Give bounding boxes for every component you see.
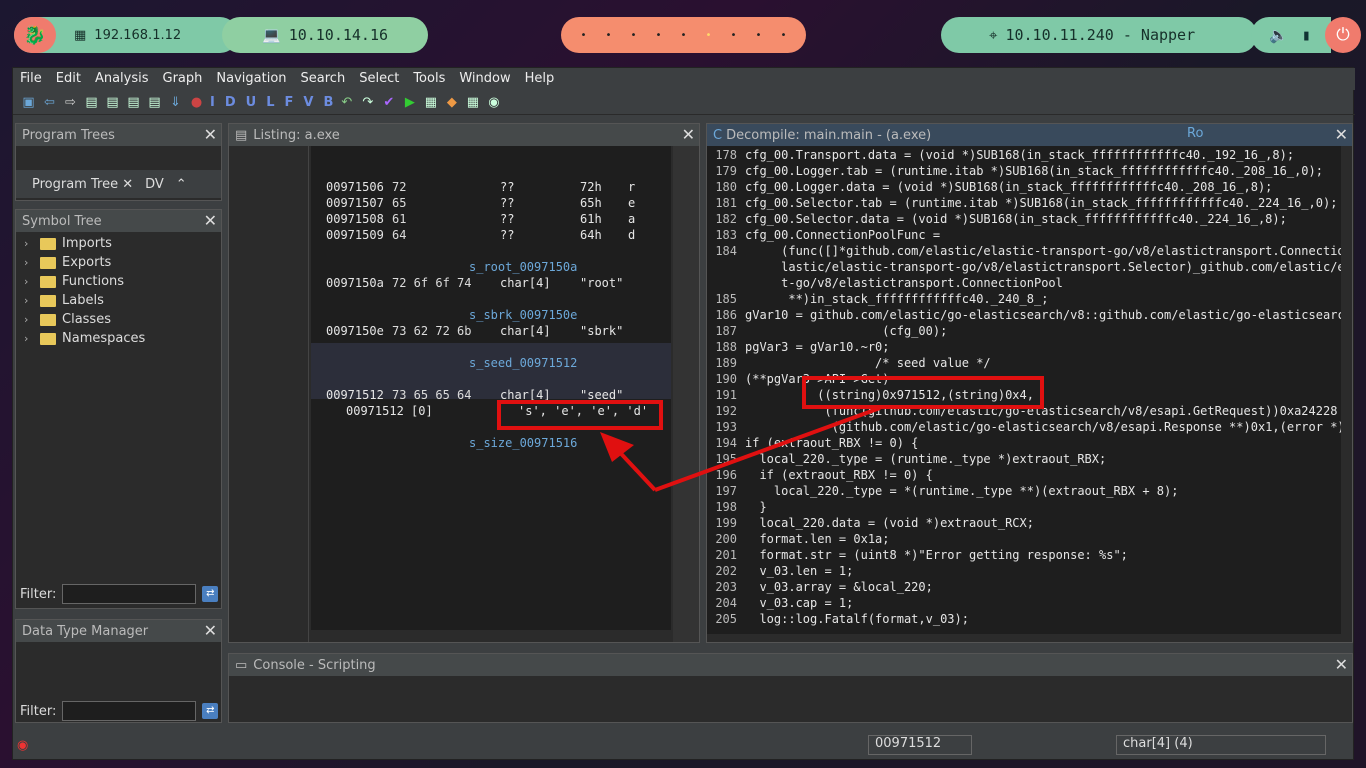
annotation-arrow bbox=[600, 406, 881, 492]
